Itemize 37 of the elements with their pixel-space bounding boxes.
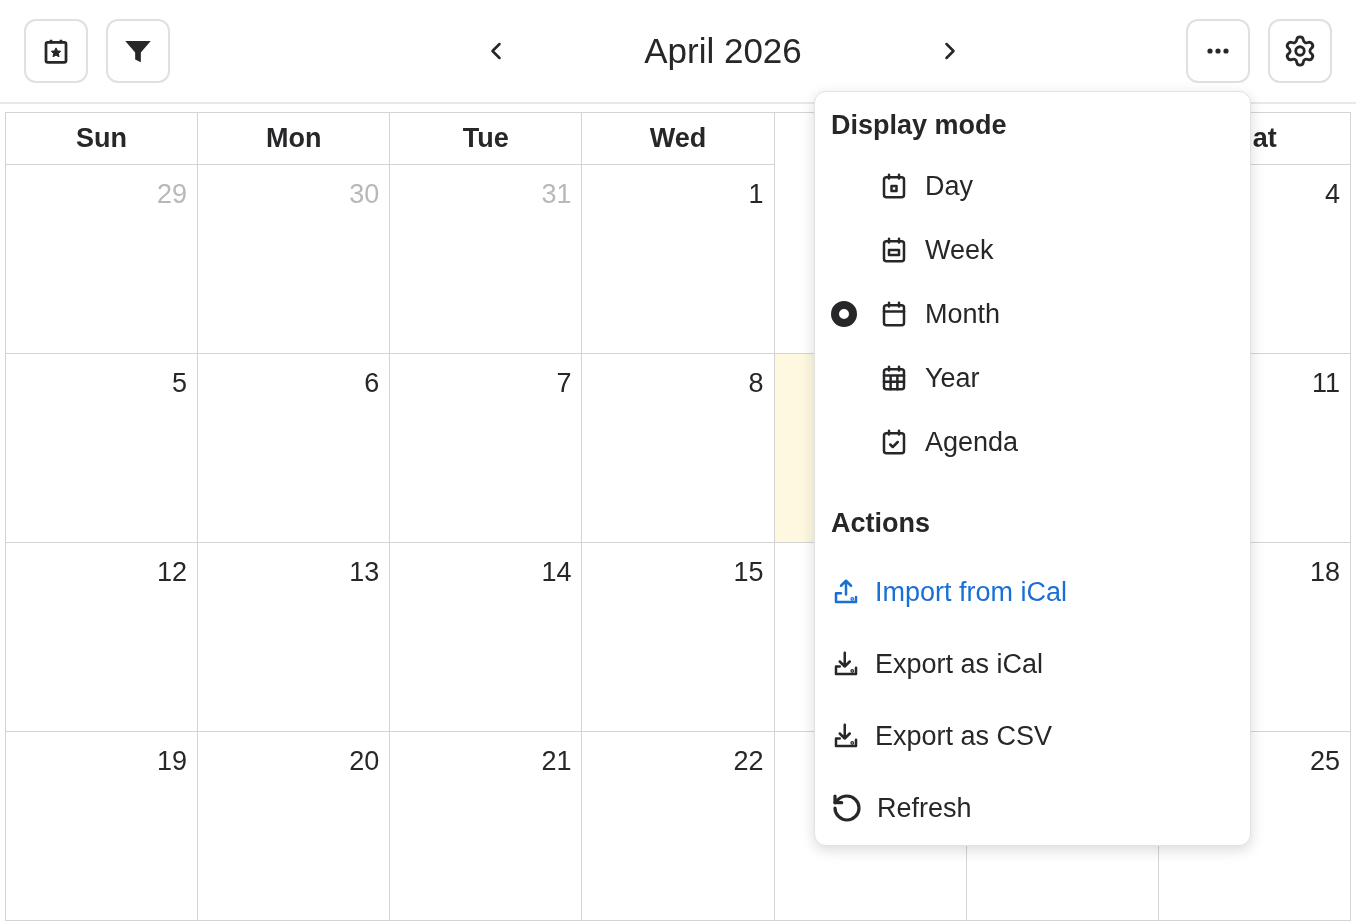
menu-item-label: Week bbox=[925, 233, 994, 267]
menu-item-label: Import from iCal bbox=[875, 575, 1068, 609]
day-number: 19 bbox=[157, 745, 188, 778]
day-number: 5 bbox=[172, 367, 188, 400]
day-number: 31 bbox=[541, 178, 572, 211]
day-number: 1 bbox=[748, 178, 764, 211]
day-number: 29 bbox=[157, 178, 188, 211]
weekday-header: Sun bbox=[76, 122, 128, 156]
month-title: April 2026 bbox=[644, 29, 802, 72]
day-number: 6 bbox=[364, 367, 380, 400]
menu-item-label: Year bbox=[925, 361, 980, 395]
menu-item-label: Export as CSV bbox=[875, 719, 1053, 753]
section-title: Display mode bbox=[831, 108, 1007, 142]
day-number: 18 bbox=[1309, 556, 1340, 589]
menu-item-label: Month bbox=[925, 297, 1001, 331]
weekday-header: Tue bbox=[462, 122, 509, 156]
day-number: 22 bbox=[733, 745, 764, 778]
weekday-header: Wed bbox=[649, 122, 707, 156]
day-number: 30 bbox=[349, 178, 380, 211]
day-number: 11 bbox=[1311, 367, 1340, 400]
weekday-header: Mon bbox=[265, 122, 322, 156]
day-number: 20 bbox=[349, 745, 380, 778]
menu-item-label: Refresh bbox=[877, 791, 972, 825]
weekday-header: at bbox=[1252, 122, 1277, 156]
day-number: 13 bbox=[349, 556, 380, 589]
day-number: 8 bbox=[748, 367, 764, 400]
day-number: 21 bbox=[541, 745, 572, 778]
menu-item-label: Agenda bbox=[925, 425, 1019, 459]
day-number: 25 bbox=[1309, 745, 1340, 778]
day-number: 12 bbox=[157, 556, 188, 589]
day-number: 14 bbox=[541, 556, 572, 589]
day-number: 4 bbox=[1324, 178, 1340, 211]
day-number: 15 bbox=[733, 556, 764, 589]
menu-item-label: Day bbox=[925, 169, 973, 203]
section-title: Actions bbox=[831, 506, 930, 540]
day-number: 7 bbox=[556, 367, 572, 400]
menu-item-label: Export as iCal bbox=[875, 647, 1044, 681]
